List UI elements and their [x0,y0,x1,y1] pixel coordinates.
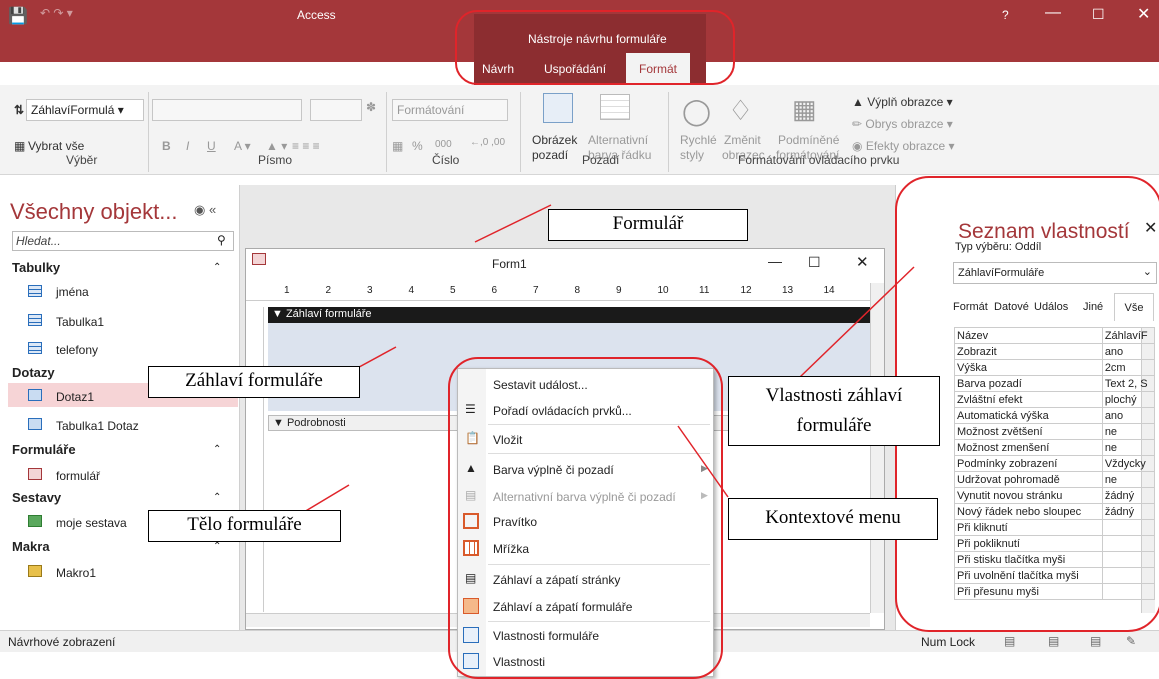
annotation-lines [303,204,915,513]
callout-formular: Formulář [548,209,748,241]
callout-telo: Tělo formuláře [148,510,341,542]
callout-zahlavi: Záhlaví formuláře [148,366,360,398]
callout-vlastnosti: Vlastnosti záhlaví formuláře [728,376,940,446]
callout-kontext: Kontextové menu [728,498,938,540]
